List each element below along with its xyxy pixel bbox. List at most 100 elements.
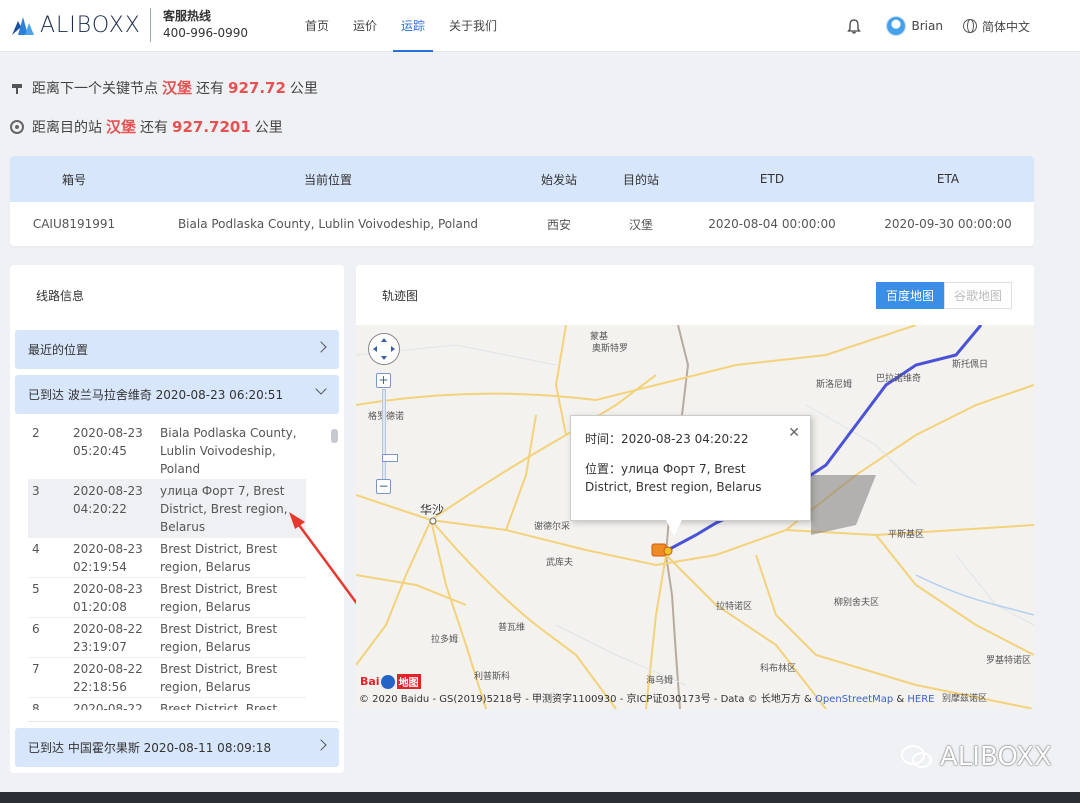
item-index: 8	[32, 702, 40, 710]
avatar	[885, 16, 906, 36]
list-item[interactable]: 6 2020-08-22 23:19:07 Brest District, Bre…	[28, 618, 306, 658]
item-place: улица Форт 7, Brest District, Brest regi…	[160, 484, 288, 534]
dest-distance: 927.7201	[172, 117, 251, 136]
cell-current-location: Biala Podlaska County, Lublin Voivodeshi…	[177, 217, 479, 231]
chevron-right-icon	[315, 739, 327, 751]
map-zoom-control: + −	[368, 333, 400, 494]
col-destination: 目的站	[622, 172, 659, 187]
list-item[interactable]: 4 2020-08-23 02:19:54 Brest District, Bre…	[28, 538, 306, 578]
place-label: 谢德尔采	[534, 522, 571, 532]
place-label: 斯洛尼姆	[816, 380, 853, 390]
google-map-button[interactable]: 谷歌地图	[944, 282, 1013, 309]
list-item[interactable]: 5 2020-08-23 01:20:08 Brest District, Bre…	[28, 578, 306, 618]
table-row: CAIU8191991 Biala Podlaska County, Lubli…	[10, 202, 1034, 246]
list-scrollbar[interactable]	[331, 427, 338, 707]
scrollbar-thumb[interactable]	[331, 429, 338, 443]
zoom-track[interactable]	[382, 389, 398, 485]
item-index: 3	[32, 484, 40, 498]
place-label: 别摩兹诺区	[942, 694, 988, 704]
here-link[interactable]: HERE	[907, 694, 934, 705]
cell-origin: 西安	[546, 217, 571, 232]
list-item[interactable]: 2 2020-08-23 05:20:45 Biala Podlaska Coun…	[28, 422, 306, 480]
zoom-thumb[interactable]	[382, 454, 398, 462]
table-header: 箱号 当前位置 始发站 目的站 ETD ETA	[10, 156, 1034, 202]
dest-mid: 还有	[140, 119, 169, 136]
wechat-watermark: ALIBOXX	[900, 742, 1052, 772]
dest-unit: 公里	[254, 119, 283, 136]
item-datetime: 2020-08-22 22:18:56	[73, 662, 143, 694]
main-nav: 首页 运价 运踪 关于我们	[295, 0, 511, 52]
place-label: 武库夫	[546, 558, 574, 568]
hotline: 客服热线 400-996-0990	[150, 8, 248, 42]
close-icon[interactable]: ✕	[788, 424, 800, 442]
list-item[interactable]: 7 2020-08-22 22:18:56 Brest District, Bre…	[28, 658, 306, 698]
item-index: 5	[32, 582, 40, 596]
zoom-slider[interactable]: + −	[376, 373, 398, 503]
item-index: 7	[32, 662, 40, 676]
chevron-right-icon	[315, 341, 327, 353]
list-item-selected[interactable]: 3 2020-08-23 04:20:22 улица Форт 7, Brest…	[28, 480, 306, 538]
latest-location-accordion[interactable]: 最近的位置	[15, 330, 339, 369]
item-index: 2	[32, 426, 40, 440]
item-place: Brest District, Brest	[160, 702, 278, 710]
language-switcher[interactable]: 简体中文	[962, 18, 1030, 35]
place-label: 平斯基区	[888, 530, 925, 540]
logo-text: ALIBOXX	[40, 13, 141, 38]
next-node-city: 汉堡	[162, 79, 193, 97]
nav-freight-rates[interactable]: 运价	[343, 0, 387, 52]
next-node-distance: 927.72	[228, 78, 286, 97]
place-label: 利普斯科	[474, 672, 511, 682]
bell-icon[interactable]	[844, 16, 864, 36]
place-label: 拉特诺区	[716, 602, 753, 612]
arrived-khorgos-accordion[interactable]: 已到达 中国霍尔果斯 2020-08-11 08:09:18	[15, 728, 339, 767]
zoom-out-button[interactable]: −	[376, 479, 391, 494]
openstreetmap-link[interactable]: OpenStreetMap	[815, 694, 893, 705]
popup-position-row: 位置：улица Форт 7, Brest District, Brest r…	[585, 462, 762, 494]
logo[interactable]: ALIBOXX	[10, 13, 141, 38]
arrived-malaszewicze-accordion[interactable]: 已到达 波兰马拉舍维奇 2020-08-23 06:20:51	[15, 375, 339, 414]
location-popup: ✕ 时间：2020-08-23 04:20:22 位置：улица Форт 7…	[570, 415, 811, 521]
map-canvas[interactable]: 华沙 蒙基 谢德尔采 武库夫 拉多姆 普瓦维 利普斯科 海乌姆 科布林区 柳别舍…	[356, 325, 1034, 709]
container-table: 箱号 当前位置 始发站 目的站 ETD ETA CAIU8191991 Bial…	[10, 156, 1034, 246]
user-name: Brian	[911, 19, 943, 33]
zoom-in-button[interactable]: +	[376, 373, 391, 388]
user-menu[interactable]: Brian	[885, 16, 943, 36]
route-info-panel: 线路信息 最近的位置 已到达 波兰马拉舍维奇 2020-08-23 06:20:…	[10, 265, 344, 773]
pan-control[interactable]	[368, 333, 400, 365]
col-origin: 始发站	[540, 172, 577, 187]
baidu-map-logo: Bai 地图	[360, 674, 421, 689]
next-node-unit: 公里	[289, 80, 318, 97]
item-datetime: 2020-08-23 01:20:08	[73, 582, 143, 614]
flag-pin-icon	[12, 83, 22, 94]
item-datetime: 2020-08-23 02:19:54	[73, 542, 143, 574]
list-item[interactable]: 8 2020-08-22 Brest District, Brest	[28, 698, 306, 710]
header-right: Brian 简体中文	[844, 0, 1030, 52]
baidu-map-button[interactable]: 百度地图	[876, 282, 945, 309]
nav-tracking[interactable]: 运踪	[391, 0, 435, 52]
top-header: ALIBOXX 客服热线 400-996-0990 首页 运价 运踪 关于我们 …	[0, 0, 1080, 52]
item-datetime: 2020-08-22 23:19:07	[73, 622, 143, 654]
next-node-distance-line: 距离下一个关键节点 汉堡 还有 927.72 公里	[10, 77, 318, 98]
col-etd: ETD	[759, 172, 785, 186]
place-label: 巴拉诺维奇	[876, 374, 922, 384]
next-node-prefix: 距离下一个关键节点	[32, 80, 158, 97]
destination-distance-line: 距离目的站 汉堡 还有 927.7201 公里	[10, 116, 283, 137]
wechat-icon	[901, 745, 932, 768]
nav-about-us[interactable]: 关于我们	[439, 0, 507, 52]
arrived-malaszewicze-label: 已到达 波兰马拉舍维奇 2020-08-23 06:20:51	[28, 388, 284, 402]
place-label: 海乌姆	[646, 676, 674, 686]
hotline-label: 客服热线	[163, 9, 212, 23]
place-label: 柳别舍夫区	[834, 598, 880, 608]
latest-location-label: 最近的位置	[28, 343, 89, 357]
aliboxx-logo-icon	[12, 16, 34, 35]
map-provider-toggle: 百度地图 谷歌地图	[876, 282, 1013, 309]
hotline-number: 400-996-0990	[163, 26, 249, 40]
popup-time-row: 时间：2020-08-23 04:20:22	[585, 432, 749, 446]
route-info-title: 线路信息	[36, 289, 85, 303]
baidu-paw-icon	[380, 674, 395, 689]
language-label: 简体中文	[981, 19, 1030, 34]
dest-city: 汉堡	[106, 118, 137, 136]
chevron-down-icon	[315, 383, 327, 395]
arrived-khorgos-label: 已到达 中国霍尔果斯 2020-08-11 08:09:18	[28, 741, 272, 755]
nav-home[interactable]: 首页	[295, 0, 339, 52]
